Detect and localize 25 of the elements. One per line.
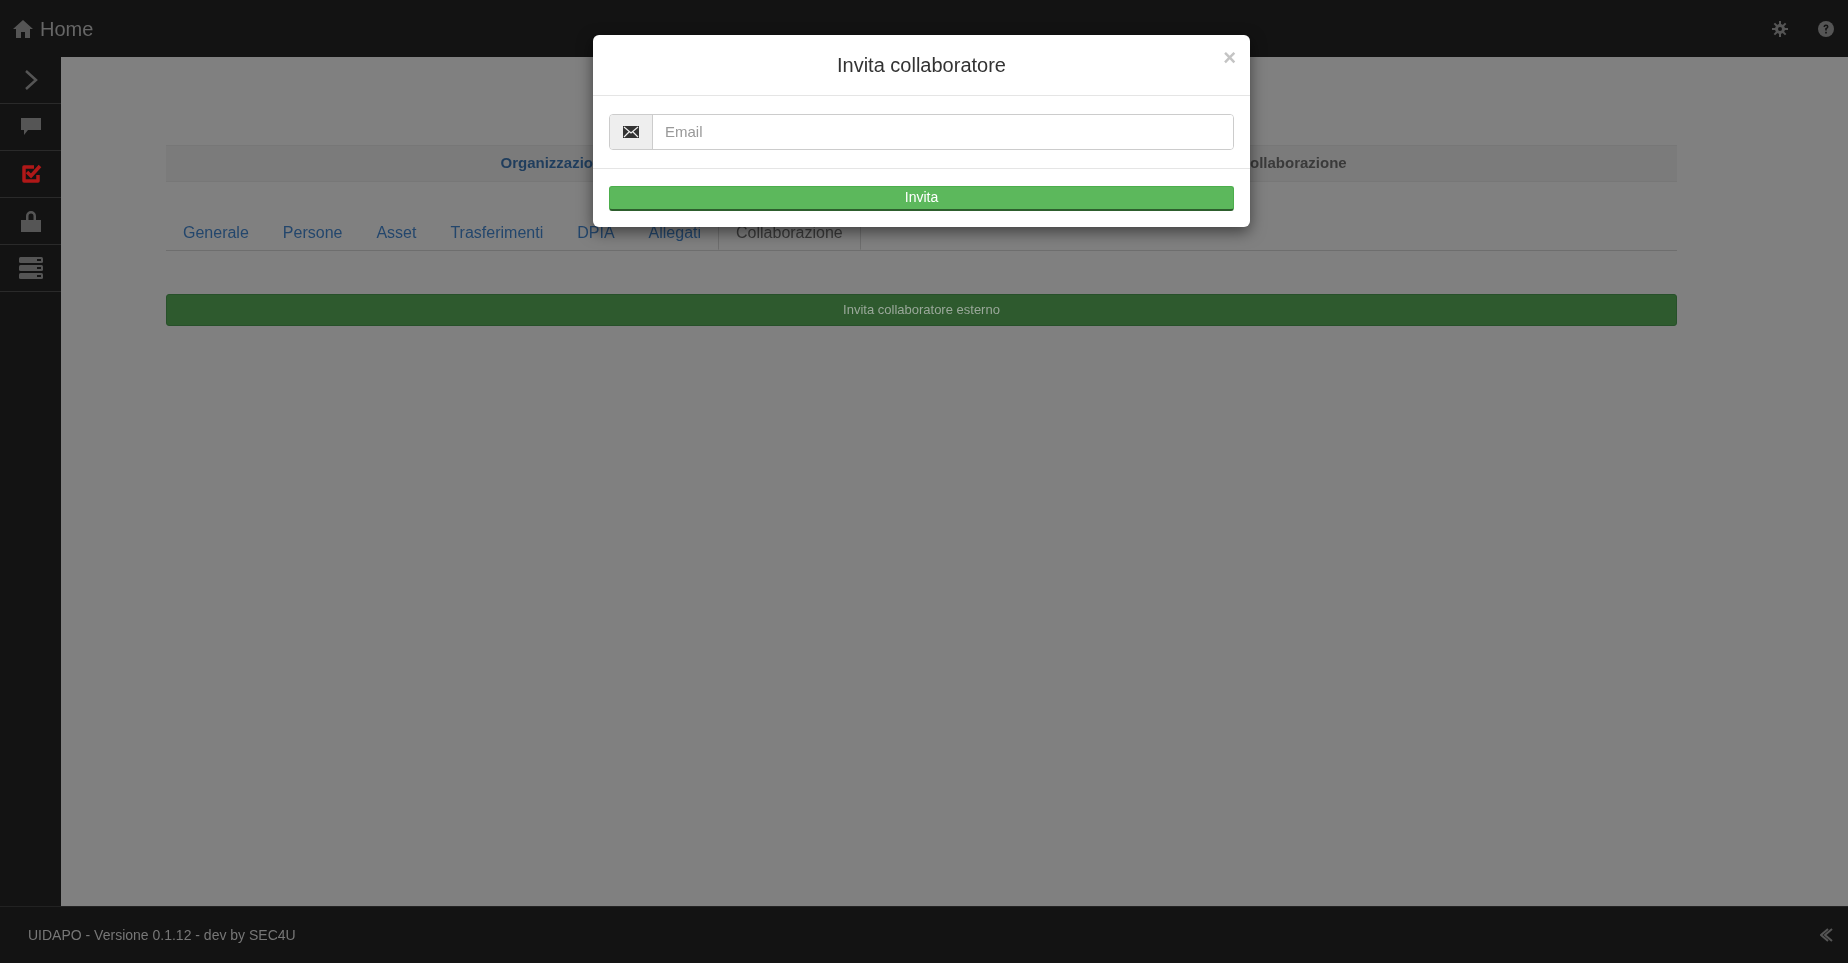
server-stack-icon[interactable] [18,257,43,279]
invite-button[interactable]: Invita [609,185,1234,211]
tab[interactable]: Allegati [631,209,719,250]
tab[interactable]: Persone [265,209,360,250]
speech-bubble-icon[interactable] [19,117,42,137]
tab[interactable]: Asset [359,209,434,250]
envelope-icon [623,126,639,138]
tab[interactable]: Generale [166,209,266,250]
breadcrumb-link[interactable]: Organizzazio [500,152,593,175]
settings-icon[interactable] [1772,20,1788,37]
checkbox-icon[interactable] [19,163,42,185]
header-title[interactable]: Home [40,13,94,44]
chevron-right-icon[interactable] [23,70,38,90]
close-button[interactable]: × [1223,47,1236,69]
collapse-icon[interactable] [1820,928,1834,942]
lock-icon[interactable] [19,209,42,233]
invite-external-button[interactable]: Invita collaboratore esterno [166,294,1677,326]
help-icon[interactable] [1818,20,1834,37]
tab[interactable]: Trasferimenti [433,209,561,250]
footer-text: UIDAPO - Versione 0.1.12 - dev by SEC4U [28,925,296,945]
modal-title: Invita collaboratore [837,53,1006,78]
tab[interactable]: DPIA [560,209,632,250]
email-input-group[interactable]: Email [609,114,1234,150]
breadcrumb-item: ollaborazione [1250,153,1347,174]
home-icon[interactable] [12,18,34,39]
